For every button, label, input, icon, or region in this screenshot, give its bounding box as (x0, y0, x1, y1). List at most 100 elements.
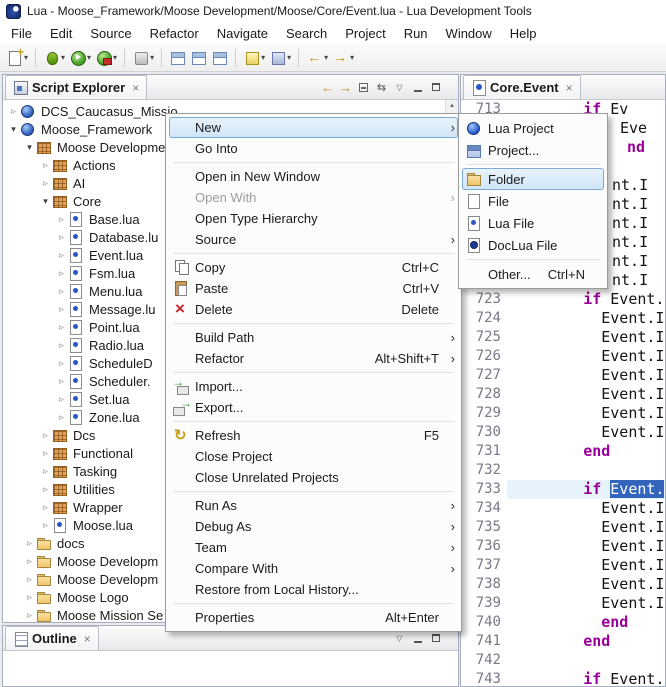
menu-item-run-as[interactable]: Run As› (169, 495, 458, 516)
expander-open-icon[interactable]: ▾ (7, 124, 20, 135)
expander-closed-icon[interactable]: ▹ (23, 574, 36, 585)
expander-closed-icon[interactable]: ▹ (7, 106, 20, 117)
annotations-button[interactable]: ▾ (267, 46, 293, 70)
run-button[interactable]: ▾ (67, 46, 93, 70)
menubar-run[interactable]: Run (395, 24, 437, 43)
menu-item-open-type-hierarchy[interactable]: Open Type Hierarchy (169, 208, 458, 229)
view-menu-icon[interactable]: ▽ (391, 79, 408, 96)
editor-line-727[interactable]: 727 Event.I (461, 366, 665, 385)
menu-item-compare-with[interactable]: Compare With› (169, 558, 458, 579)
collapse-all-icon[interactable] (355, 79, 372, 96)
scroll-up-icon[interactable]: ▲ (446, 100, 458, 112)
menu-item-source[interactable]: Source› (169, 229, 458, 250)
expander-closed-icon[interactable]: ▹ (39, 502, 52, 513)
menubar-window[interactable]: Window (437, 24, 501, 43)
editor-line-732[interactable]: 732 (461, 461, 665, 480)
close-icon[interactable]: × (566, 81, 573, 95)
menubar-navigate[interactable]: Navigate (208, 24, 277, 43)
editor-line-737[interactable]: 737 Event.I (461, 556, 665, 575)
menu-item-go-into[interactable]: Go Into (169, 138, 458, 159)
menu-item-copy[interactable]: CopyCtrl+C (169, 257, 458, 278)
expander-closed-icon[interactable]: ▹ (55, 268, 68, 279)
new-wizard-button[interactable]: ▾ (4, 46, 30, 70)
editor-line-736[interactable]: 736 Event.I (461, 537, 665, 556)
menubar-edit[interactable]: Edit (41, 24, 81, 43)
expander-closed-icon[interactable]: ▹ (55, 376, 68, 387)
editor-view-1-button[interactable] (167, 46, 188, 70)
expander-closed-icon[interactable]: ▹ (55, 232, 68, 243)
submenu-item-lua-file[interactable]: Lua File (462, 212, 604, 234)
expander-closed-icon[interactable]: ▹ (39, 520, 52, 531)
editor-line-733[interactable]: 733 if Event. (461, 480, 665, 499)
menubar-project[interactable]: Project (336, 24, 394, 43)
menu-item-refactor[interactable]: RefactorAlt+Shift+T› (169, 348, 458, 369)
minimize-icon[interactable] (409, 79, 426, 96)
editor-line-728[interactable]: 728 Event.I (461, 385, 665, 404)
menu-item-open-in-new-window[interactable]: Open in New Window (169, 166, 458, 187)
editor-line-724[interactable]: 724 Event.I (461, 309, 665, 328)
expander-closed-icon[interactable]: ▹ (23, 538, 36, 549)
tab-script-explorer[interactable]: Script Explorer × (5, 75, 147, 99)
expander-open-icon[interactable]: ▾ (39, 196, 52, 207)
menubar-search[interactable]: Search (277, 24, 336, 43)
expander-closed-icon[interactable]: ▹ (55, 358, 68, 369)
editor-line-742[interactable]: 742 (461, 651, 665, 670)
editor-line-734[interactable]: 734 Event.I (461, 499, 665, 518)
external-tools-button[interactable]: ▾ (93, 46, 119, 70)
submenu-item-other[interactable]: Other...Ctrl+N (462, 263, 604, 285)
menubar-help[interactable]: Help (501, 24, 546, 43)
menu-item-delete[interactable]: DeleteDelete (169, 299, 458, 320)
forward-icon[interactable]: → (337, 79, 354, 96)
submenu-item-doclua-file[interactable]: DocLua File (462, 234, 604, 256)
expander-closed-icon[interactable]: ▹ (23, 592, 36, 603)
expander-closed-icon[interactable]: ▹ (23, 556, 36, 567)
submenu-item-file[interactable]: File (462, 190, 604, 212)
link-with-editor-icon[interactable]: ⇆ (373, 79, 390, 96)
back-icon[interactable]: ← (319, 79, 336, 96)
mark-occurrences-button[interactable]: ▾ (241, 46, 267, 70)
editor-line-740[interactable]: 740 end (461, 613, 665, 632)
close-icon[interactable]: × (132, 81, 139, 95)
view-menu-icon[interactable]: ▽ (391, 630, 408, 647)
menu-item-build-path[interactable]: Build Path› (169, 327, 458, 348)
menubar-source[interactable]: Source (81, 24, 140, 43)
tab-outline[interactable]: Outline × (5, 626, 99, 650)
debug-button[interactable]: ▾ (41, 46, 67, 70)
expander-closed-icon[interactable]: ▹ (55, 394, 68, 405)
forward-history-button[interactable]: ▾ (330, 46, 356, 70)
editor-line-739[interactable]: 739 Event.I (461, 594, 665, 613)
back-history-button[interactable]: ▾ (304, 46, 330, 70)
submenu-item-project[interactable]: Project... (462, 139, 604, 161)
editor-view-2-button[interactable] (188, 46, 209, 70)
expander-closed-icon[interactable]: ▹ (39, 178, 52, 189)
submenu-item-folder[interactable]: Folder (462, 168, 604, 190)
menu-item-close-unrelated-projects[interactable]: Close Unrelated Projects (169, 467, 458, 488)
editor-line-731[interactable]: 731 end (461, 442, 665, 461)
expander-closed-icon[interactable]: ▹ (39, 448, 52, 459)
submenu-item-lua-project[interactable]: Lua Project (462, 117, 604, 139)
menu-item-close-project[interactable]: Close Project (169, 446, 458, 467)
expander-closed-icon[interactable]: ▹ (39, 466, 52, 477)
expander-closed-icon[interactable]: ▹ (55, 214, 68, 225)
expander-closed-icon[interactable]: ▹ (39, 160, 52, 171)
maximize-icon[interactable] (427, 79, 444, 96)
editor-line-723[interactable]: 723 if Event. (461, 290, 665, 309)
menu-item-refresh[interactable]: RefreshF5 (169, 425, 458, 446)
menu-item-export[interactable]: Export... (169, 397, 458, 418)
editor-line-730[interactable]: 730 Event.I (461, 423, 665, 442)
editor-line-726[interactable]: 726 Event.I (461, 347, 665, 366)
close-icon[interactable]: × (84, 632, 91, 646)
menu-item-debug-as[interactable]: Debug As› (169, 516, 458, 537)
editor-line-729[interactable]: 729 Event.I (461, 404, 665, 423)
expander-closed-icon[interactable]: ▹ (39, 484, 52, 495)
editor-line-741[interactable]: 741 end (461, 632, 665, 651)
menu-item-restore-from-local-history[interactable]: Restore from Local History... (169, 579, 458, 600)
editor-line-738[interactable]: 738 Event.I (461, 575, 665, 594)
editor-line-735[interactable]: 735 Event.I (461, 518, 665, 537)
expander-closed-icon[interactable]: ▹ (55, 340, 68, 351)
menubar-file[interactable]: File (2, 24, 41, 43)
editor-view-3-button[interactable] (209, 46, 230, 70)
tab-core-event[interactable]: Core.Event × (463, 75, 581, 99)
expander-closed-icon[interactable]: ▹ (23, 610, 36, 621)
expander-closed-icon[interactable]: ▹ (55, 304, 68, 315)
